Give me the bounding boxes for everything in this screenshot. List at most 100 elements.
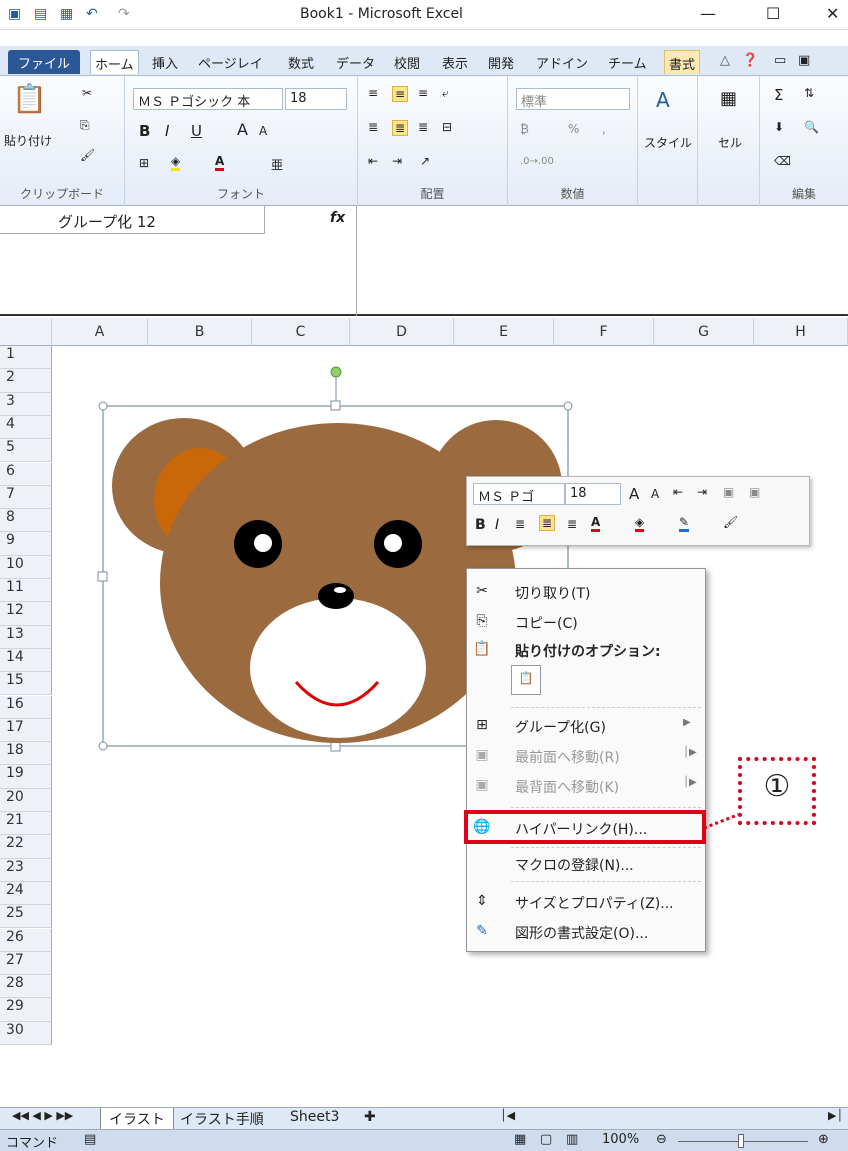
underline-icon[interactable]: U <box>191 122 202 140</box>
normal-view-icon[interactable]: ▦ <box>514 1132 526 1147</box>
find-icon[interactable]: 🔍 <box>804 120 819 134</box>
align-center-icon[interactable]: ≣ <box>392 120 409 136</box>
menu-item-bring-front[interactable]: ▣ 最前面へ移動(R) │▶ <box>467 741 705 771</box>
sheet-tab-illust-steps[interactable]: イラスト手順 <box>172 1108 272 1130</box>
comma-icon[interactable]: , <box>602 122 606 136</box>
page-layout-view-icon[interactable]: ▢ <box>540 1132 552 1147</box>
tab-developer[interactable]: 開発 <box>484 50 518 74</box>
tab-view[interactable]: 表示 <box>438 50 472 74</box>
save-icon[interactable]: ▤ <box>34 6 47 22</box>
cells-button[interactable]: セル <box>718 134 742 151</box>
wrap-text-icon[interactable]: ⤶ <box>442 86 449 101</box>
copy-icon[interactable]: ⎘ <box>80 118 90 133</box>
mini-grow-font-icon[interactable]: A <box>629 485 639 503</box>
minimize-button[interactable]: — <box>700 4 716 23</box>
mini-font-color-icon[interactable]: A <box>591 515 601 532</box>
paste-option-button[interactable]: 📋 <box>511 665 541 695</box>
mini-shape-outline-icon[interactable]: ✎ <box>679 515 690 532</box>
mini-shrink-font-icon[interactable]: A <box>651 487 659 501</box>
tab-team[interactable]: チーム <box>604 50 651 74</box>
name-box[interactable]: グループ化 12 <box>0 206 265 234</box>
insert-sheet-icon[interactable]: ✚ <box>356 1108 384 1130</box>
bear-illustration[interactable] <box>0 318 848 1107</box>
mini-align-right-icon[interactable]: ≣ <box>567 517 577 531</box>
sort-icon[interactable]: ⇅ <box>804 86 814 100</box>
sheet-tab-illust[interactable]: イラスト <box>100 1108 174 1130</box>
tab-page-layout[interactable]: ページレイ <box>194 50 267 74</box>
fill-color-icon[interactable]: ◈ <box>171 154 181 171</box>
increase-indent-icon[interactable]: ⇥ <box>392 154 402 168</box>
menu-item-copy[interactable]: ⎘ コピー(C) <box>467 607 705 637</box>
phonetic-icon[interactable]: 亜 <box>271 156 283 173</box>
paste-button[interactable]: 貼り付け <box>4 132 52 149</box>
grow-font-icon[interactable]: A <box>237 120 248 139</box>
tab-formulas[interactable]: 数式 <box>284 50 318 74</box>
styles-button[interactable]: スタイル <box>644 134 692 151</box>
close-button[interactable]: ✕ <box>826 4 839 23</box>
sheet-tab-sheet3[interactable]: Sheet3 <box>282 1108 347 1130</box>
cells-icon[interactable]: ▦ <box>720 88 737 109</box>
orientation-icon[interactable]: ↗ <box>420 154 430 168</box>
number-format-select[interactable]: 標準 <box>516 88 630 110</box>
menu-item-cut[interactable]: ✂ 切り取り(T) <box>467 577 705 607</box>
ribbon-minimize-icon[interactable]: △ <box>716 50 734 74</box>
macro-record-icon[interactable]: ▤ <box>84 1132 96 1147</box>
mini-italic-icon[interactable]: I <box>495 517 499 533</box>
clear-icon[interactable]: ⌫ <box>774 154 791 168</box>
mini-format-painter-icon[interactable]: 🖌 <box>723 515 738 529</box>
zoom-slider-thumb[interactable] <box>738 1134 744 1148</box>
percent-icon[interactable]: % <box>568 122 579 136</box>
font-color-icon[interactable]: A <box>215 154 225 171</box>
mini-bring-front-icon[interactable]: ▣ <box>723 485 734 499</box>
autosum-icon[interactable]: Σ <box>774 86 783 104</box>
bold-icon[interactable]: B <box>139 122 150 140</box>
zoom-out-icon[interactable]: ⊖ <box>656 1132 667 1147</box>
menu-item-size-properties[interactable]: ⇕ サイズとプロパティ(Z)... <box>467 887 705 917</box>
mini-align-center-icon[interactable]: ≣ <box>539 515 556 531</box>
decrease-indent-icon[interactable]: ⇤ <box>368 154 378 168</box>
tab-data[interactable]: データ <box>332 50 379 74</box>
undo-icon[interactable]: ↶ <box>86 6 98 22</box>
zoom-level[interactable]: 100% <box>602 1132 639 1147</box>
font-size-select[interactable]: 18 <box>285 88 347 110</box>
menu-item-assign-macro[interactable]: マクロの登録(N)... <box>467 849 705 879</box>
zoom-in-icon[interactable]: ⊕ <box>818 1132 829 1147</box>
align-top-icon[interactable]: ≡ <box>368 86 378 100</box>
fx-icon[interactable]: fx <box>330 210 345 226</box>
mini-size-select[interactable]: 18 <box>565 483 621 505</box>
align-left-icon[interactable]: ≣ <box>368 120 378 134</box>
mini-send-back-icon[interactable]: ▣ <box>749 485 760 499</box>
tab-format[interactable]: 書式 <box>664 50 701 74</box>
tab-scroll-buttons[interactable]: ◀◀ ◀ ▶ ▶▶ <box>4 1108 81 1130</box>
maximize-button[interactable]: ☐ <box>766 4 780 23</box>
styles-icon[interactable]: A <box>656 88 670 112</box>
font-name-select[interactable]: ＭＳ Ｐゴシック 本 <box>133 88 283 110</box>
doc-restore-icon[interactable]: ▣ <box>794 50 814 74</box>
format-painter-icon[interactable]: 🖌 <box>80 148 95 162</box>
scroll-right-icon[interactable]: ▶│ <box>820 1108 848 1130</box>
shrink-font-icon[interactable]: A <box>259 124 267 138</box>
mini-shape-fill-icon[interactable]: ◈ <box>635 515 645 532</box>
tab-file[interactable]: ファイル <box>8 50 81 74</box>
align-bottom-icon[interactable]: ≡ <box>418 86 428 100</box>
page-break-view-icon[interactable]: ▥ <box>566 1132 578 1147</box>
align-right-icon[interactable]: ≣ <box>418 120 428 134</box>
paste-icon[interactable]: 📋 <box>12 82 47 115</box>
help-icon[interactable]: ❓ <box>738 50 762 74</box>
tab-addins[interactable]: アドイン <box>532 50 592 74</box>
tab-insert[interactable]: 挿入 <box>148 50 182 74</box>
menu-item-send-back[interactable]: ▣ 最背面へ移動(K) │▶ <box>467 771 705 801</box>
worksheet[interactable]: A B C D E F G H 1 2 3 4 5 6 7 8 9 10 11 12 13 14 15 16 1… <box>0 318 848 1107</box>
mini-align-left-icon[interactable]: ≣ <box>515 517 525 531</box>
mini-decrease-indent-icon[interactable]: ⇤ <box>673 485 683 499</box>
tab-review[interactable]: 校閲 <box>390 50 424 74</box>
cut-icon[interactable]: ✂ <box>82 86 92 100</box>
redo-icon[interactable]: ↷ <box>118 6 130 22</box>
mini-bold-icon[interactable]: B <box>475 517 486 533</box>
increase-decimal-icon[interactable]: .0→.00 <box>520 156 554 167</box>
doc-minimize-icon[interactable]: ▭ <box>770 50 790 74</box>
tab-home[interactable]: ホーム <box>90 50 139 74</box>
border-icon[interactable]: ⊞ <box>139 156 149 170</box>
align-middle-icon[interactable]: ≡ <box>392 86 409 102</box>
fill-icon[interactable]: ⬇ <box>774 120 784 134</box>
